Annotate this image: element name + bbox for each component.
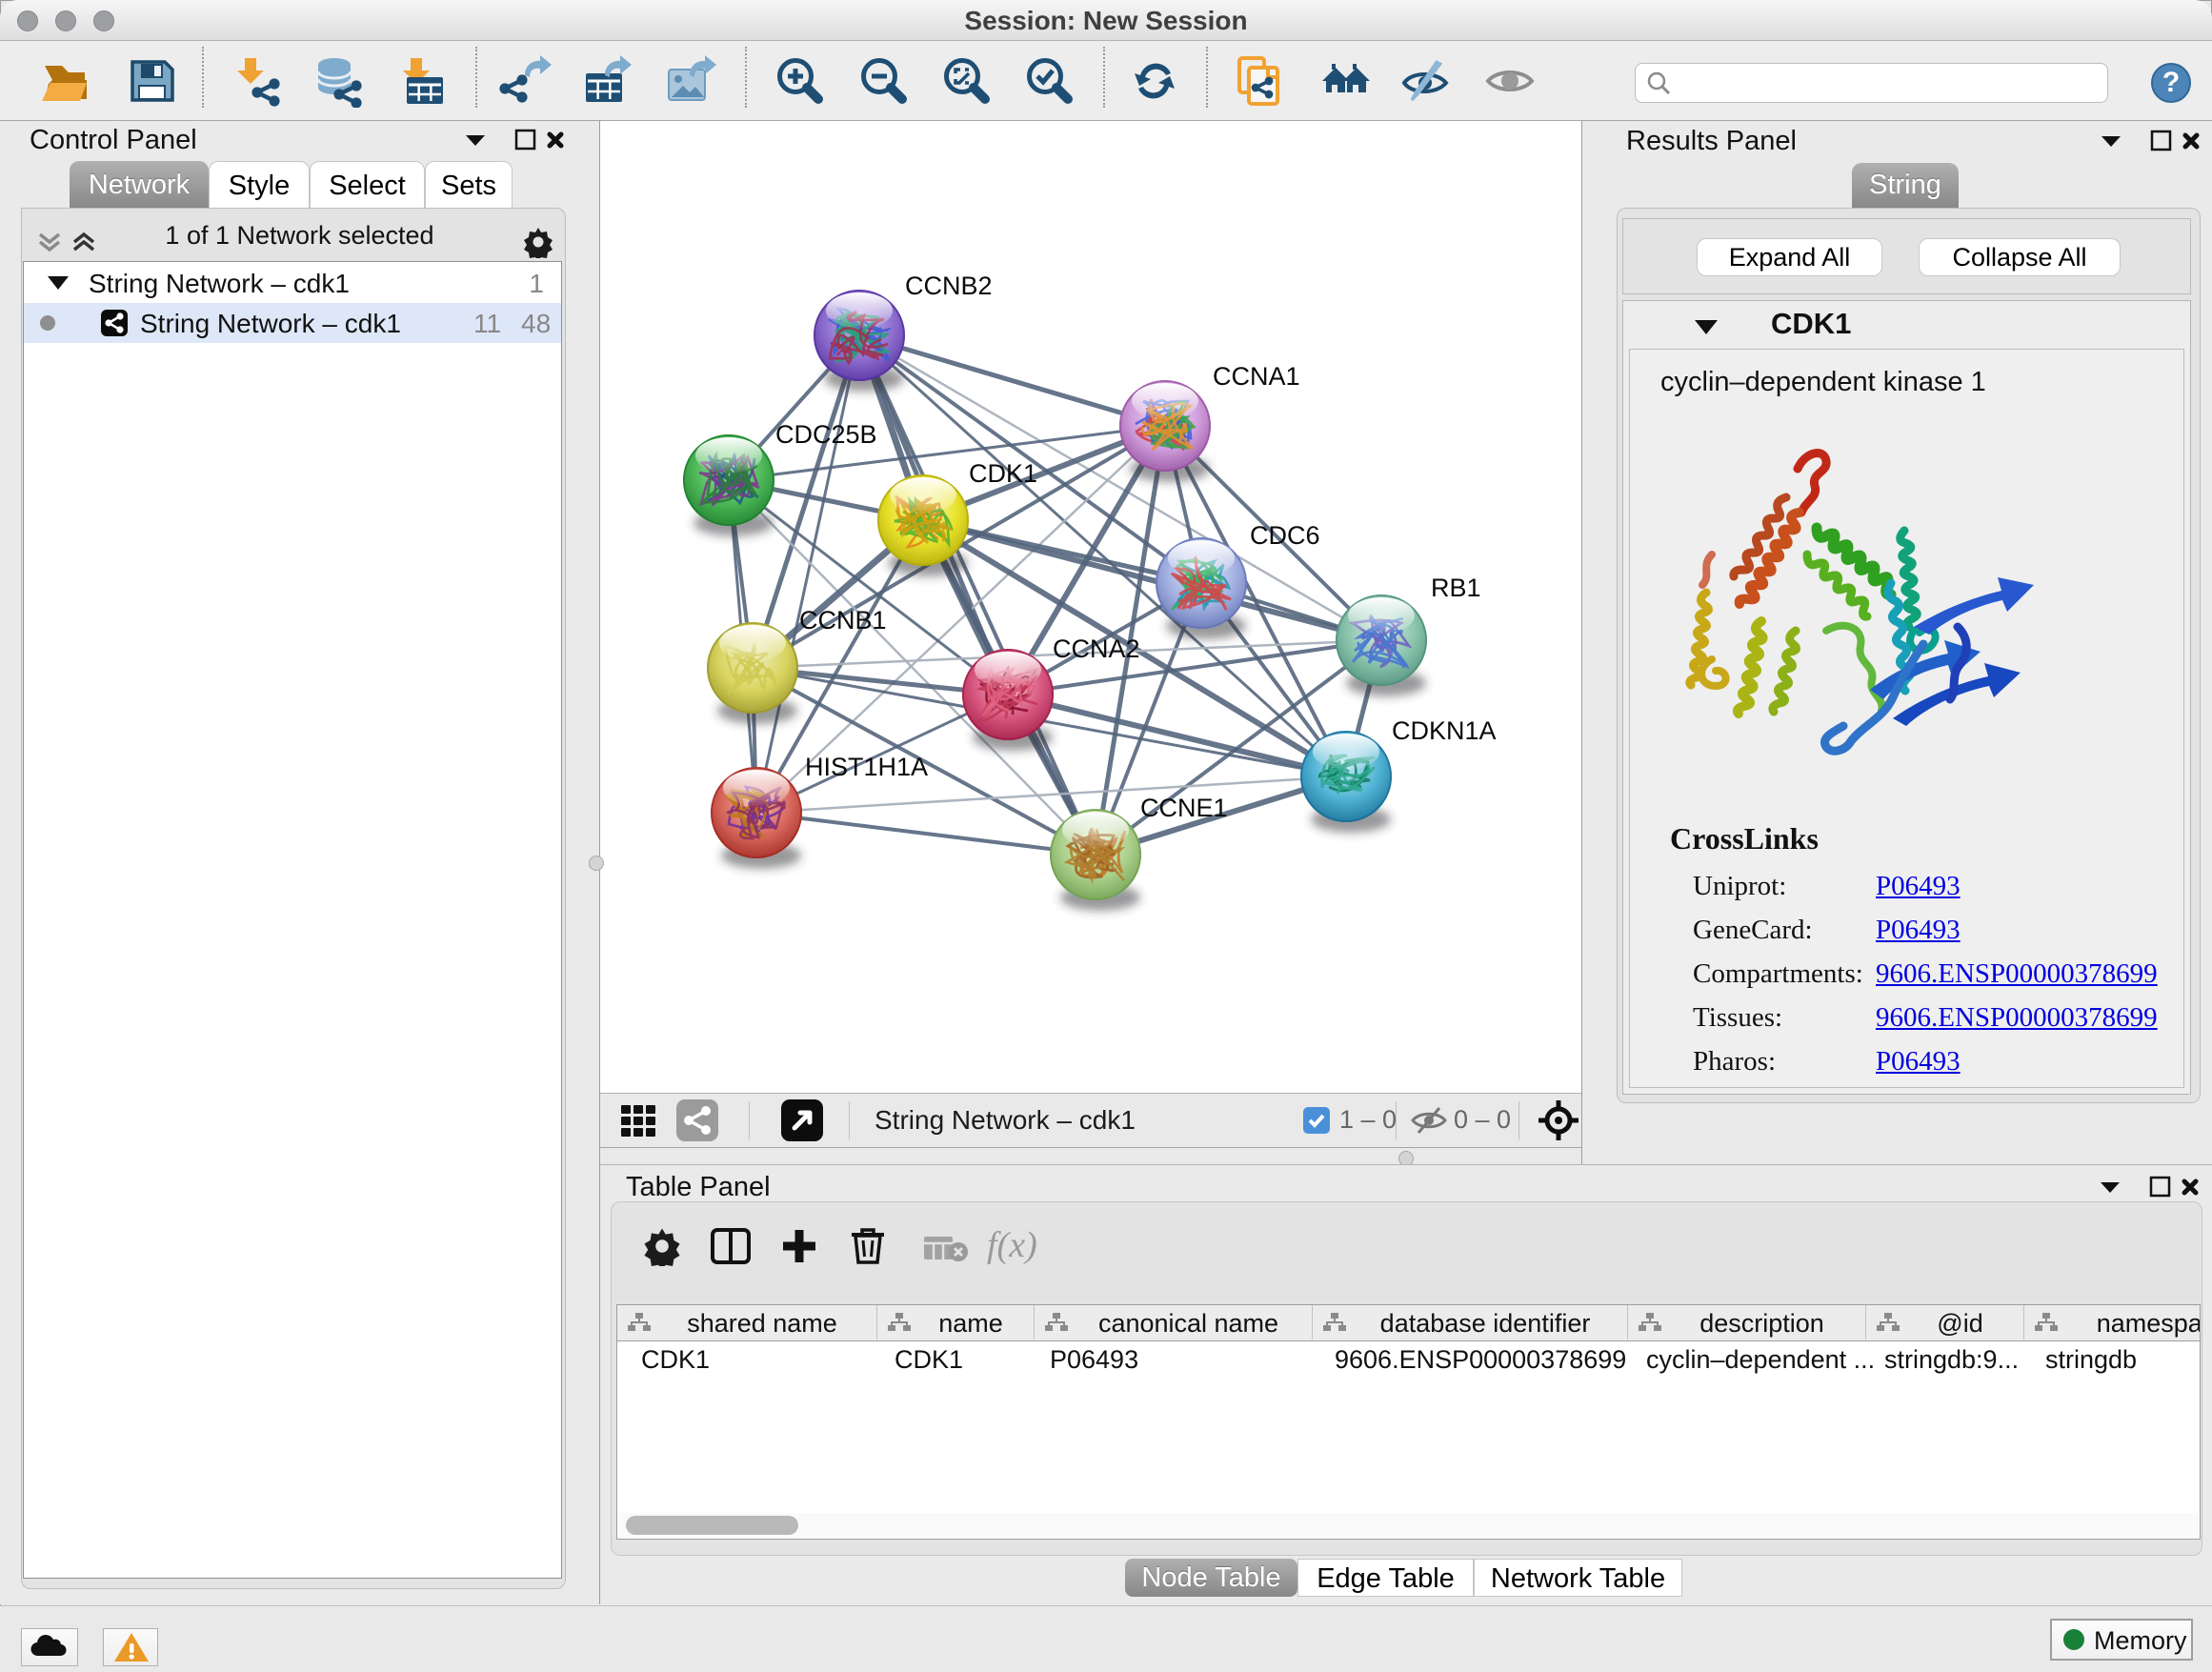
svg-text:RB1: RB1 xyxy=(1431,574,1481,602)
svg-text:CCNA1: CCNA1 xyxy=(1213,362,1300,391)
svg-text:HIST1H1A: HIST1H1A xyxy=(805,753,928,781)
svg-text:CDKN1A: CDKN1A xyxy=(1392,716,1497,745)
svg-text:CDC25B: CDC25B xyxy=(775,420,877,449)
svg-text:CCNB2: CCNB2 xyxy=(905,272,993,300)
svg-text:CCNA2: CCNA2 xyxy=(1053,635,1140,663)
svg-text:CCNB1: CCNB1 xyxy=(799,606,887,635)
svg-text:CDC6: CDC6 xyxy=(1250,521,1320,550)
svg-text:CCNE1: CCNE1 xyxy=(1140,794,1228,822)
svg-text:?: ? xyxy=(2162,67,2180,98)
svg-text:CDK1: CDK1 xyxy=(969,459,1037,488)
